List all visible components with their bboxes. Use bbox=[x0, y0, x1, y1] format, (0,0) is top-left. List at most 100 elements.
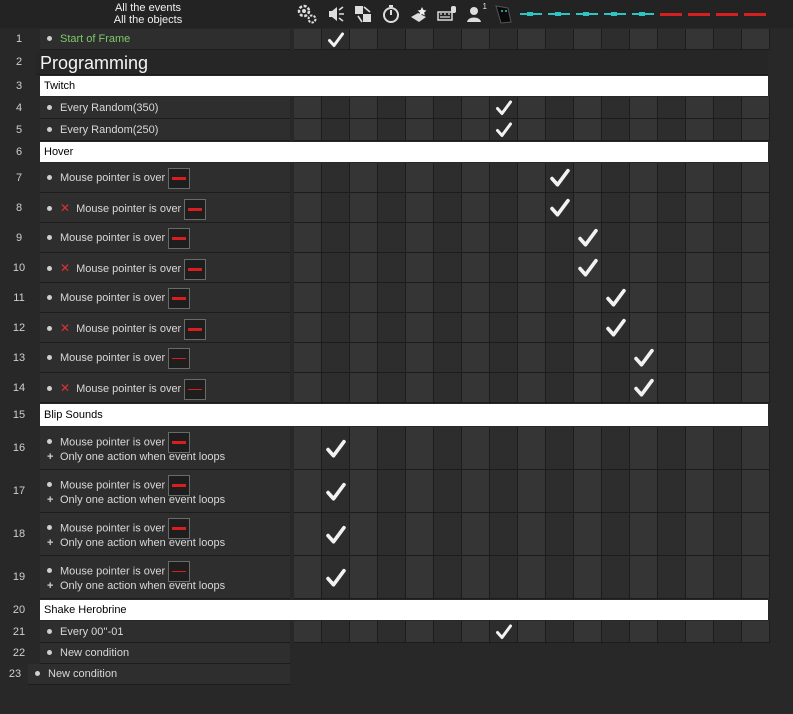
condition[interactable]: Mouse pointer is over bbox=[47, 475, 191, 496]
action-cell[interactable] bbox=[714, 427, 742, 470]
action-cell[interactable] bbox=[518, 223, 546, 253]
action-cell[interactable] bbox=[714, 343, 742, 373]
action-cell[interactable] bbox=[602, 343, 630, 373]
action-cell[interactable] bbox=[378, 470, 406, 513]
action-cell[interactable] bbox=[658, 343, 686, 373]
action-cell[interactable] bbox=[462, 97, 490, 119]
action-cell[interactable] bbox=[294, 373, 322, 403]
action-cell[interactable] bbox=[546, 427, 574, 470]
action-cell[interactable] bbox=[294, 193, 322, 223]
action-checkmark-icon[interactable] bbox=[322, 427, 350, 470]
action-cell[interactable] bbox=[294, 163, 322, 193]
action-cell[interactable] bbox=[462, 621, 490, 643]
action-cell[interactable] bbox=[322, 97, 350, 119]
action-cell[interactable] bbox=[630, 119, 658, 141]
action-cell[interactable] bbox=[490, 253, 518, 283]
action-cell[interactable] bbox=[742, 119, 770, 141]
action-cell[interactable] bbox=[714, 283, 742, 313]
action-cell[interactable] bbox=[378, 283, 406, 313]
action-cell[interactable] bbox=[294, 621, 322, 643]
action-cell[interactable] bbox=[350, 119, 378, 141]
condition[interactable]: Every Random(250) bbox=[47, 119, 158, 141]
action-cell[interactable] bbox=[490, 283, 518, 313]
action-cell[interactable] bbox=[350, 427, 378, 470]
action-cell[interactable] bbox=[518, 343, 546, 373]
action-cell[interactable] bbox=[294, 283, 322, 313]
condition[interactable]: Mouse pointer is over bbox=[47, 561, 191, 582]
action-cell[interactable] bbox=[434, 253, 462, 283]
action-cell[interactable] bbox=[518, 97, 546, 119]
action-cell[interactable] bbox=[490, 427, 518, 470]
action-cell[interactable] bbox=[350, 223, 378, 253]
action-cell[interactable] bbox=[294, 253, 322, 283]
action-cell[interactable] bbox=[546, 313, 574, 343]
action-cell[interactable] bbox=[658, 163, 686, 193]
action-cell[interactable] bbox=[714, 313, 742, 343]
action-cell[interactable] bbox=[658, 283, 686, 313]
action-cell[interactable] bbox=[686, 253, 714, 283]
action-cell[interactable] bbox=[546, 556, 574, 599]
action-cell[interactable] bbox=[434, 373, 462, 403]
action-cell[interactable] bbox=[742, 29, 770, 50]
condition[interactable]: Every Random(350) bbox=[47, 97, 158, 119]
action-cell[interactable] bbox=[322, 119, 350, 141]
action-cell[interactable] bbox=[294, 97, 322, 119]
action-cell[interactable] bbox=[574, 470, 602, 513]
action-cell[interactable] bbox=[686, 427, 714, 470]
action-cell[interactable] bbox=[658, 313, 686, 343]
action-cell[interactable] bbox=[742, 283, 770, 313]
condition[interactable]: ✕ Mouse pointer is over bbox=[47, 253, 207, 283]
action-cell[interactable] bbox=[294, 556, 322, 599]
action-cell[interactable] bbox=[322, 223, 350, 253]
action-cell[interactable] bbox=[462, 29, 490, 50]
action-cell[interactable] bbox=[742, 313, 770, 343]
action-cell[interactable] bbox=[462, 223, 490, 253]
action-checkmark-icon[interactable] bbox=[630, 373, 658, 403]
action-checkmark-icon[interactable] bbox=[490, 97, 518, 119]
action-cell[interactable] bbox=[742, 97, 770, 119]
action-cell[interactable] bbox=[714, 223, 742, 253]
action-cell[interactable] bbox=[322, 373, 350, 403]
action-cell[interactable] bbox=[490, 373, 518, 403]
action-checkmark-icon[interactable] bbox=[322, 556, 350, 599]
action-cell[interactable] bbox=[602, 470, 630, 513]
action-cell[interactable] bbox=[294, 427, 322, 470]
action-cell[interactable] bbox=[350, 343, 378, 373]
action-cell[interactable] bbox=[574, 283, 602, 313]
action-cell[interactable] bbox=[378, 556, 406, 599]
action-cell[interactable] bbox=[714, 193, 742, 223]
action-cell[interactable] bbox=[630, 556, 658, 599]
action-cell[interactable] bbox=[462, 556, 490, 599]
action-cell[interactable] bbox=[574, 163, 602, 193]
action-cell[interactable] bbox=[378, 119, 406, 141]
action-cell[interactable] bbox=[686, 97, 714, 119]
action-cell[interactable] bbox=[742, 470, 770, 513]
action-cell[interactable] bbox=[406, 373, 434, 403]
action-cell[interactable] bbox=[714, 621, 742, 643]
action-cell[interactable] bbox=[546, 253, 574, 283]
action-cell[interactable] bbox=[574, 193, 602, 223]
comment-text[interactable]: Programming bbox=[40, 50, 148, 75]
action-cell[interactable] bbox=[294, 119, 322, 141]
action-cell[interactable] bbox=[518, 253, 546, 283]
action-cell[interactable] bbox=[518, 556, 546, 599]
action-cell[interactable] bbox=[406, 343, 434, 373]
action-cell[interactable] bbox=[714, 119, 742, 141]
action-cell[interactable] bbox=[546, 283, 574, 313]
action-cell[interactable] bbox=[406, 253, 434, 283]
action-cell[interactable] bbox=[518, 29, 546, 50]
action-cell[interactable] bbox=[658, 29, 686, 50]
action-cell[interactable] bbox=[630, 513, 658, 556]
action-cell[interactable] bbox=[462, 163, 490, 193]
action-cell[interactable] bbox=[546, 119, 574, 141]
action-cell[interactable] bbox=[714, 97, 742, 119]
action-cell[interactable] bbox=[630, 470, 658, 513]
action-cell[interactable] bbox=[294, 470, 322, 513]
action-cell[interactable] bbox=[350, 193, 378, 223]
action-cell[interactable] bbox=[406, 163, 434, 193]
condition[interactable]: New condition bbox=[47, 643, 129, 664]
action-cell[interactable] bbox=[686, 29, 714, 50]
action-checkmark-icon[interactable] bbox=[490, 119, 518, 141]
action-checkmark-icon[interactable] bbox=[322, 513, 350, 556]
action-cell[interactable] bbox=[518, 163, 546, 193]
